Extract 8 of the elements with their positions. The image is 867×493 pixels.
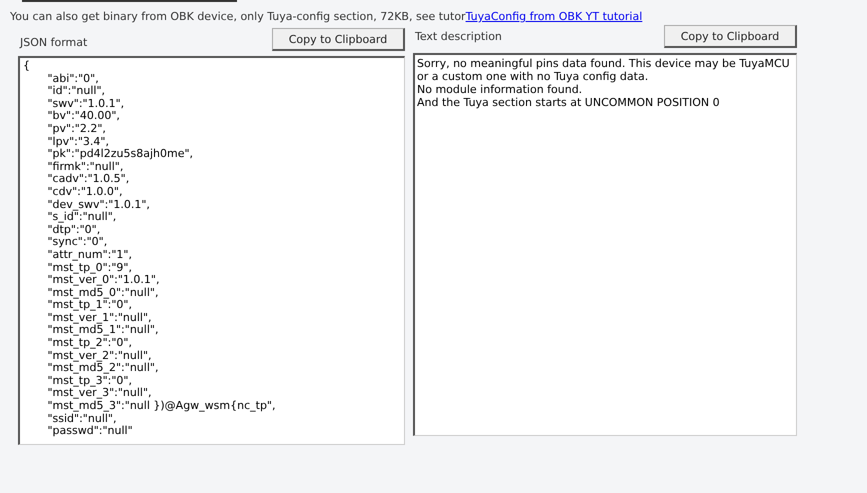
copy-button[interactable]: Copy to Clipboard (272, 28, 405, 51)
panel-label: JSON format (18, 36, 88, 51)
panel-label: Text description (414, 30, 502, 45)
intro-text: You can also get binary from OBK device, only Tuya-config section, 72KB, see tutorTuyaConfig from OBK YT tutorial (9, 9, 644, 23)
copy-button[interactable]: Copy to Clipboard (664, 25, 797, 48)
json-text-area[interactable]: { "abi":"0", "id":"null", "swv":"1.0.1", "bv":"40.00", "pv":"2.2", "lpv":"3.4", "pk":"pd4l2zu5s8ajh0me", "firmk":"null", "cadv":"1.0.5", "cdv":"1.0.0", "dev_swv":"1.0.1", "s_id":"null", "dtp":"0", "sync":"0", "attr_num":"1", "mst_tp_0":"9", "mst_ver_0":"1.0.1", "mst_md5_0":"null", "mst_tp_1":"0", "mst_ver_1":"null", "mst_md5_1":"null", "mst_tp_2":"0", "mst_ver_2":"null", "mst_md5_2":"null", "mst_tp_3":"0", "mst_ver_3":"null", "mst_md5_3":"null })@Agw_wsm{nc_tp", "ssid":"null", "passwd":"null" (18, 56, 405, 445)
description-text-area[interactable]: Sorry, no meaningful pins data found. This device may be TuyaMCU or a custom one with no Tuya config data. No module information found. And the Tuya section starts at UNCOMMON POSITION 0 (413, 53, 797, 436)
tutorial-link[interactable]: TuyaConfig from OBK YT tutorial (466, 10, 642, 23)
